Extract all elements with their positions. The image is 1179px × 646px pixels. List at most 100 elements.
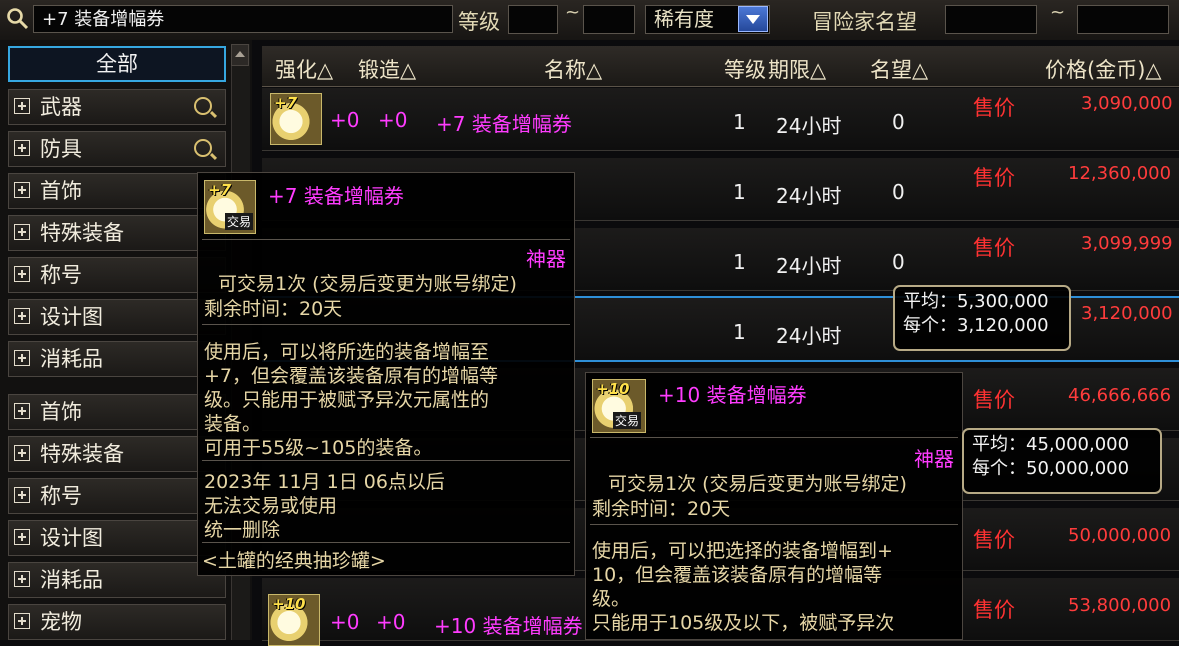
header-level[interactable]: 等级 [724,54,766,84]
row-price: 53,800,000 [1068,595,1172,616]
expand-icon[interactable] [14,571,30,587]
sidebar-item-armor[interactable]: 防具 [8,131,226,167]
description-line: 10，但会覆盖该装备原有的增幅等 [592,564,883,586]
average-price-popup: 平均：5,300,000 每个：3,120,000 [893,285,1071,351]
price-label: 售价 [973,598,1015,622]
sidebar-item-accessory[interactable]: 首饰 [8,394,226,430]
icon-level-label: +10 [596,380,630,398]
row-level: 1 [733,180,746,204]
amplify-ticket-icon[interactable]: +7 [270,93,322,145]
icon-level-label: +7 [208,181,232,199]
expand-icon[interactable] [14,403,30,419]
sidebar-item-label: 特殊装备 [40,442,124,466]
row-name: +10 装备增幅券 [434,614,583,638]
row-duration: 24小时 [776,184,842,208]
row-name: +7 装备增幅券 [436,112,572,136]
sidebar-item-weapon[interactable]: 武器 [8,89,226,125]
price-label: 售价 [973,388,1015,412]
sidebar-item-consumable[interactable]: 消耗品 [8,341,226,377]
price-label: 售价 [973,528,1015,552]
rarity-label: 神器 [526,247,566,271]
expand-icon[interactable] [14,182,30,198]
scroll-up-icon[interactable] [231,44,249,66]
sidebar-item-accessory[interactable]: 首饰 [8,173,226,209]
reputation-max-input[interactable] [1077,5,1169,34]
amplify-ticket-icon[interactable]: +10 [268,594,320,646]
row-level: 1 [733,320,746,344]
sidebar-item-special-equipment[interactable]: 特殊装备 [8,215,226,251]
header-reputation[interactable]: 名望△ [870,54,928,84]
reputation-min-input[interactable] [945,5,1037,34]
divider [202,460,570,461]
tooltip-title: +10 装备增幅券 [658,383,807,407]
sidebar-item-label: 首饰 [40,400,82,424]
unit-price: 每个：50,000,000 [972,458,1130,479]
zoom-in-icon[interactable] [194,139,212,157]
row-duration: 24小时 [776,324,842,348]
level-min-input[interactable] [508,5,558,34]
expand-icon[interactable] [14,98,30,114]
header-enhance[interactable]: 强化△ [275,54,333,84]
header-forge[interactable]: 锻造△ [358,54,416,84]
trade-badge: 交易 [613,412,642,429]
header-name[interactable]: 名称△ [544,54,602,84]
expand-icon[interactable] [14,224,30,240]
amplify-ticket-icon: +7 交易 [204,180,256,234]
expand-icon[interactable] [14,266,30,282]
header-duration[interactable]: 期限△ [768,54,826,84]
search-input[interactable]: +7 装备增幅券 [33,5,453,33]
row-duration: 24小时 [776,254,842,278]
description-line: 级。只能用于被赋予异次元属性的 [204,389,490,411]
expand-icon[interactable] [14,308,30,324]
expand-icon[interactable] [14,613,30,629]
row-price: 46,666,666 [1068,385,1172,406]
expand-icon[interactable] [14,487,30,503]
price-label: 售价 [973,236,1015,260]
zoom-in-icon[interactable] [194,97,212,115]
divider [590,524,958,525]
icon-level-label: +10 [272,595,306,613]
item-source: <土罐的经典抽珍罐> [202,550,386,572]
sidebar-item-consumable[interactable]: 消耗品 [8,562,226,598]
expand-icon[interactable] [14,350,30,366]
level-range-tilde: ~ [565,2,581,23]
sidebar-item-label: 首饰 [40,179,82,203]
amplify-ticket-icon: +10 交易 [592,379,646,433]
level-max-input[interactable] [583,5,635,34]
sidebar-item-title[interactable]: 称号 [8,478,226,514]
sidebar-item-title[interactable]: 称号 [8,257,226,293]
chevron-down-icon[interactable] [738,6,768,32]
expire-line: 2023年 11月 1日 06点以后 [204,471,445,493]
expand-icon[interactable] [14,140,30,156]
header-price[interactable]: 价格(金币)△ [1045,54,1162,84]
description-line: 可用于55级~105的装备。 [204,437,433,459]
description-line: 使用后，可以把选择的装备增幅到+ [592,540,893,562]
sidebar-item-label: 特殊装备 [40,221,124,245]
expire-line: 无法交易或使用 [204,495,338,517]
category-all[interactable]: 全部 [8,46,226,82]
sidebar-item-label: 设计图 [40,305,103,329]
sidebar-item-blueprint[interactable]: 设计图 [8,299,226,335]
sidebar-item-special-equipment[interactable]: 特殊装备 [8,436,226,472]
trade-badge: 交易 [225,213,254,230]
row-duration: 24小时 [776,114,842,138]
expire-line: 统一删除 [204,519,281,541]
icon-level-label: +7 [274,94,298,112]
average-price: 平均：5,300,000 [903,291,1049,312]
tooltip-title: +7 装备增幅券 [268,184,404,208]
search-icon[interactable] [6,7,30,31]
remaining-time: 剩余时间：20天 [204,298,343,320]
sidebar-item-pet[interactable]: 宠物 [8,604,226,640]
row-level: 1 [733,110,746,134]
description-line: 级。 [592,588,631,610]
row-price: 3,120,000 [1081,303,1173,324]
sidebar-item-blueprint[interactable]: 设计图 [8,520,226,556]
row-enhance: +0 [330,108,360,132]
expand-icon[interactable] [14,529,30,545]
divider [590,437,958,438]
sidebar-item-label: 设计图 [40,526,103,550]
item-tooltip: +7 交易 +7 装备增幅券 神器 可交易1次 (交易后变更为账号绑定) 剩余时… [197,172,575,576]
item-tooltip: +10 交易 +10 装备增幅券 神器 可交易1次 (交易后变更为账号绑定) 剩… [585,372,963,640]
unit-price: 每个：3,120,000 [903,315,1049,336]
expand-icon[interactable] [14,445,30,461]
